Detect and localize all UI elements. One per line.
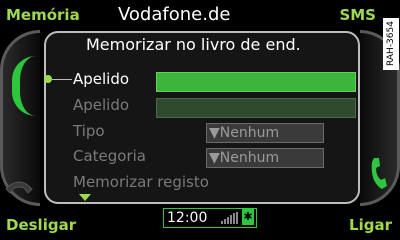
row-apelido-label[interactable]: Apelido bbox=[73, 70, 129, 88]
call-phone-icon bbox=[371, 158, 387, 189]
clock: 12:00 bbox=[167, 210, 208, 226]
signal-icon bbox=[221, 212, 238, 224]
figure-code: RAH-3654 bbox=[383, 18, 399, 70]
hang-up-phone-icon bbox=[5, 181, 33, 194]
apelido-2-input bbox=[156, 98, 356, 118]
focus-pointer-line bbox=[52, 79, 72, 80]
row-apelido-2-label: Apelido bbox=[73, 96, 130, 114]
scroll-down-icon bbox=[79, 194, 91, 201]
softkey-ligar[interactable]: Ligar bbox=[349, 216, 392, 234]
network-provider: Vodafone.de bbox=[118, 4, 231, 25]
memorizar-registo-item: Memorizar registo bbox=[73, 173, 209, 191]
softkey-sms[interactable]: SMS bbox=[339, 6, 376, 24]
focus-pointer-dot bbox=[44, 75, 52, 83]
softkey-memoria[interactable]: Memória bbox=[6, 6, 80, 24]
softkey-desligar[interactable]: Desligar bbox=[6, 216, 76, 234]
tipo-dropdown: ▼Nenhum bbox=[206, 123, 324, 143]
bluetooth-icon: ✱ bbox=[242, 209, 254, 225]
dialog-title: Memorizar no livro de end. bbox=[86, 35, 301, 54]
categoria-dropdown: ▼Nenhum bbox=[206, 148, 324, 168]
row-tipo-label: Tipo bbox=[73, 122, 105, 140]
apelido-input[interactable] bbox=[156, 72, 356, 92]
row-categoria-label: Categoria bbox=[73, 147, 147, 165]
